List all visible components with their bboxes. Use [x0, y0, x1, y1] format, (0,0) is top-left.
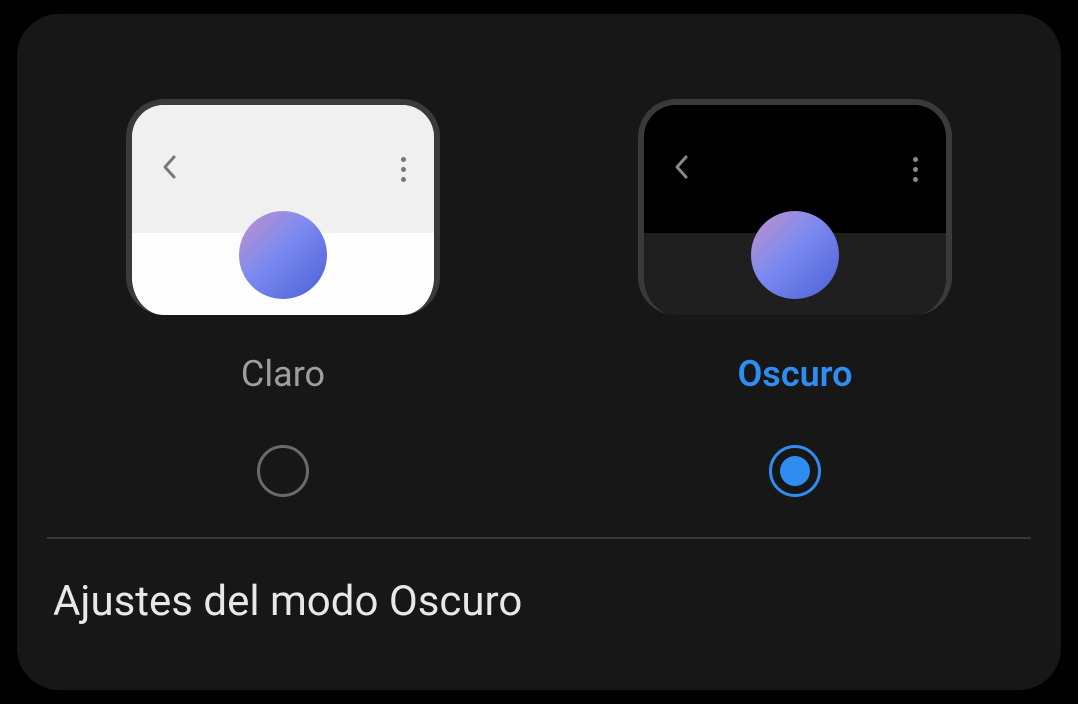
- dark-mode-settings-label: Ajustes del modo Oscuro: [53, 577, 522, 626]
- more-options-icon: [401, 157, 406, 182]
- theme-option-dark-radio[interactable]: [769, 445, 821, 497]
- theme-option-light[interactable]: Claro: [126, 99, 440, 497]
- chevron-back-icon: [672, 153, 690, 186]
- more-options-icon: [913, 157, 918, 182]
- theme-option-light-label: Claro: [241, 353, 325, 395]
- dark-theme-preview: [638, 99, 952, 315]
- gradient-orb-icon: [239, 211, 327, 299]
- theme-options-row: Claro Oscuro: [17, 14, 1061, 537]
- chevron-back-icon: [160, 153, 178, 186]
- display-theme-panel: Claro Oscuro Ajustes de: [17, 14, 1061, 690]
- theme-option-dark-label: Oscuro: [737, 353, 852, 395]
- dark-mode-settings-link[interactable]: Ajustes del modo Oscuro: [17, 539, 1061, 664]
- light-theme-preview: [126, 99, 440, 315]
- theme-option-dark[interactable]: Oscuro: [638, 99, 952, 497]
- gradient-orb-icon: [751, 211, 839, 299]
- theme-option-light-radio[interactable]: [257, 445, 309, 497]
